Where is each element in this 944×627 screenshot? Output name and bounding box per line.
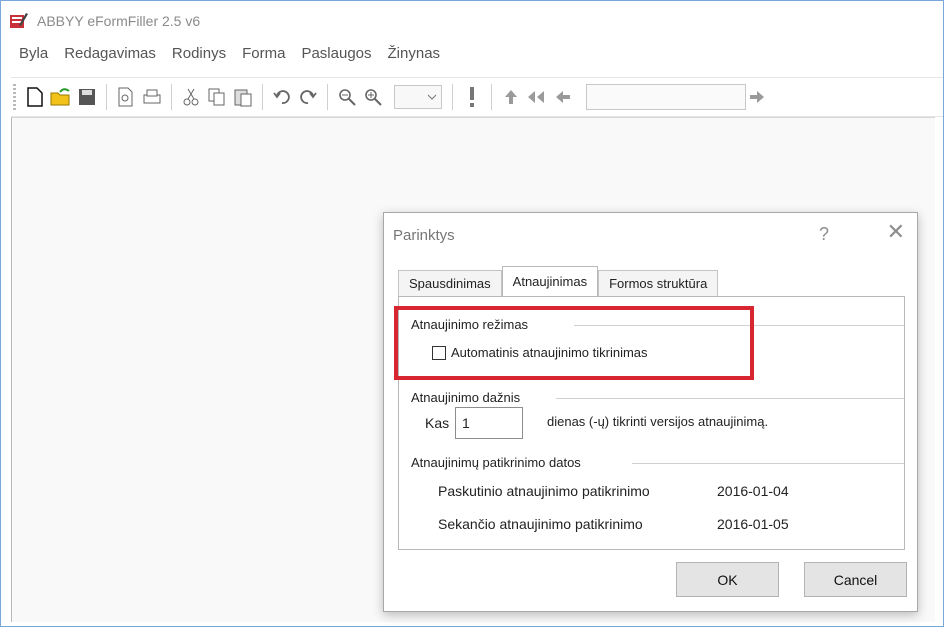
last-check-label: Paskutinio atnaujinimo patikrinimo xyxy=(438,483,650,499)
close-icon[interactable]: ✕ xyxy=(887,221,905,243)
group-divider xyxy=(556,398,904,399)
zoom-in-icon[interactable] xyxy=(362,84,384,110)
address-field[interactable] xyxy=(586,84,746,110)
menu-paslaugos[interactable]: Paslaugos xyxy=(301,45,371,62)
print-icon[interactable] xyxy=(141,84,163,110)
frequency-prefix: Kas xyxy=(425,415,450,431)
cancel-button[interactable]: Cancel xyxy=(804,562,907,597)
options-dialog: Parinktys ? ✕ Spausdinimas Atnaujinimas … xyxy=(383,212,918,612)
menu-zinynas[interactable]: Žinynas xyxy=(388,45,441,62)
open-folder-icon[interactable] xyxy=(50,84,72,110)
dialog-tabs: Spausdinimas Atnaujinimas Formos struktū… xyxy=(398,266,719,296)
copy-icon[interactable] xyxy=(206,84,228,110)
tab-atnaujinimas[interactable]: Atnaujinimas xyxy=(501,266,599,296)
toolbar xyxy=(11,77,943,117)
next-check-date: 2016-01-05 xyxy=(717,516,789,532)
tab-formos-struktura[interactable]: Formos struktūra xyxy=(598,270,719,296)
group-divider xyxy=(632,463,904,464)
zoom-out-icon[interactable] xyxy=(336,84,358,110)
group-title-dates: Atnaujinimų patikrinimo datos xyxy=(411,455,589,470)
paste-icon[interactable] xyxy=(232,84,254,110)
redo-icon[interactable] xyxy=(297,84,319,110)
help-icon[interactable]: ? xyxy=(819,224,829,245)
title-bar: ABBYY eFormFiller 2.5 v6 xyxy=(9,3,943,39)
next-check-label: Sekančio atnaujinimo patikrinimo xyxy=(438,516,643,532)
menu-byla[interactable]: Byla xyxy=(19,45,48,62)
nav-double-left-icon[interactable] xyxy=(526,84,548,110)
dialog-title: Parinktys xyxy=(393,227,455,244)
app-logo-icon xyxy=(9,12,29,30)
toolbar-grip[interactable] xyxy=(13,84,16,110)
new-file-icon[interactable] xyxy=(24,84,46,110)
toolbar-separator xyxy=(491,84,492,110)
nav-left-icon[interactable] xyxy=(552,84,574,110)
dialog-title-bar: Parinktys ? ✕ xyxy=(384,213,917,261)
zoom-dropdown[interactable] xyxy=(394,85,442,109)
window-title: ABBYY eFormFiller 2.5 v6 xyxy=(37,13,201,29)
toolbar-separator xyxy=(452,84,453,110)
cut-icon[interactable] xyxy=(180,84,202,110)
tab-spausdinimas[interactable]: Spausdinimas xyxy=(398,270,502,296)
menu-redagavimas[interactable]: Redagavimas xyxy=(64,45,156,62)
menu-rodinys[interactable]: Rodinys xyxy=(172,45,226,62)
save-icon[interactable] xyxy=(76,84,98,110)
toolbar-separator xyxy=(171,84,172,110)
undo-icon[interactable] xyxy=(271,84,293,110)
ok-button[interactable]: OK xyxy=(676,562,779,597)
toolbar-separator xyxy=(106,84,107,110)
frequency-suffix: dienas (-ų) tikrinti versijos atnaujinim… xyxy=(547,414,769,429)
exclamation-icon[interactable] xyxy=(461,84,483,110)
last-check-date: 2016-01-04 xyxy=(717,483,789,499)
menu-bar: Byla Redagavimas Rodinys Forma Paslaugos… xyxy=(19,45,440,62)
nav-up-icon[interactable] xyxy=(500,84,522,110)
toolbar-separator xyxy=(262,84,263,110)
nav-right-icon[interactable] xyxy=(746,84,768,110)
menu-forma[interactable]: Forma xyxy=(242,45,285,62)
highlight-box xyxy=(394,306,754,380)
group-title-frequency: Atnaujinimo dažnis xyxy=(411,390,529,405)
chevron-down-icon xyxy=(427,94,437,100)
print-preview-icon[interactable] xyxy=(115,84,137,110)
app-window: ABBYY eFormFiller 2.5 v6 Byla Redagavima… xyxy=(0,0,944,627)
toolbar-separator xyxy=(327,84,328,110)
frequency-days-input[interactable]: 1 xyxy=(455,407,523,439)
